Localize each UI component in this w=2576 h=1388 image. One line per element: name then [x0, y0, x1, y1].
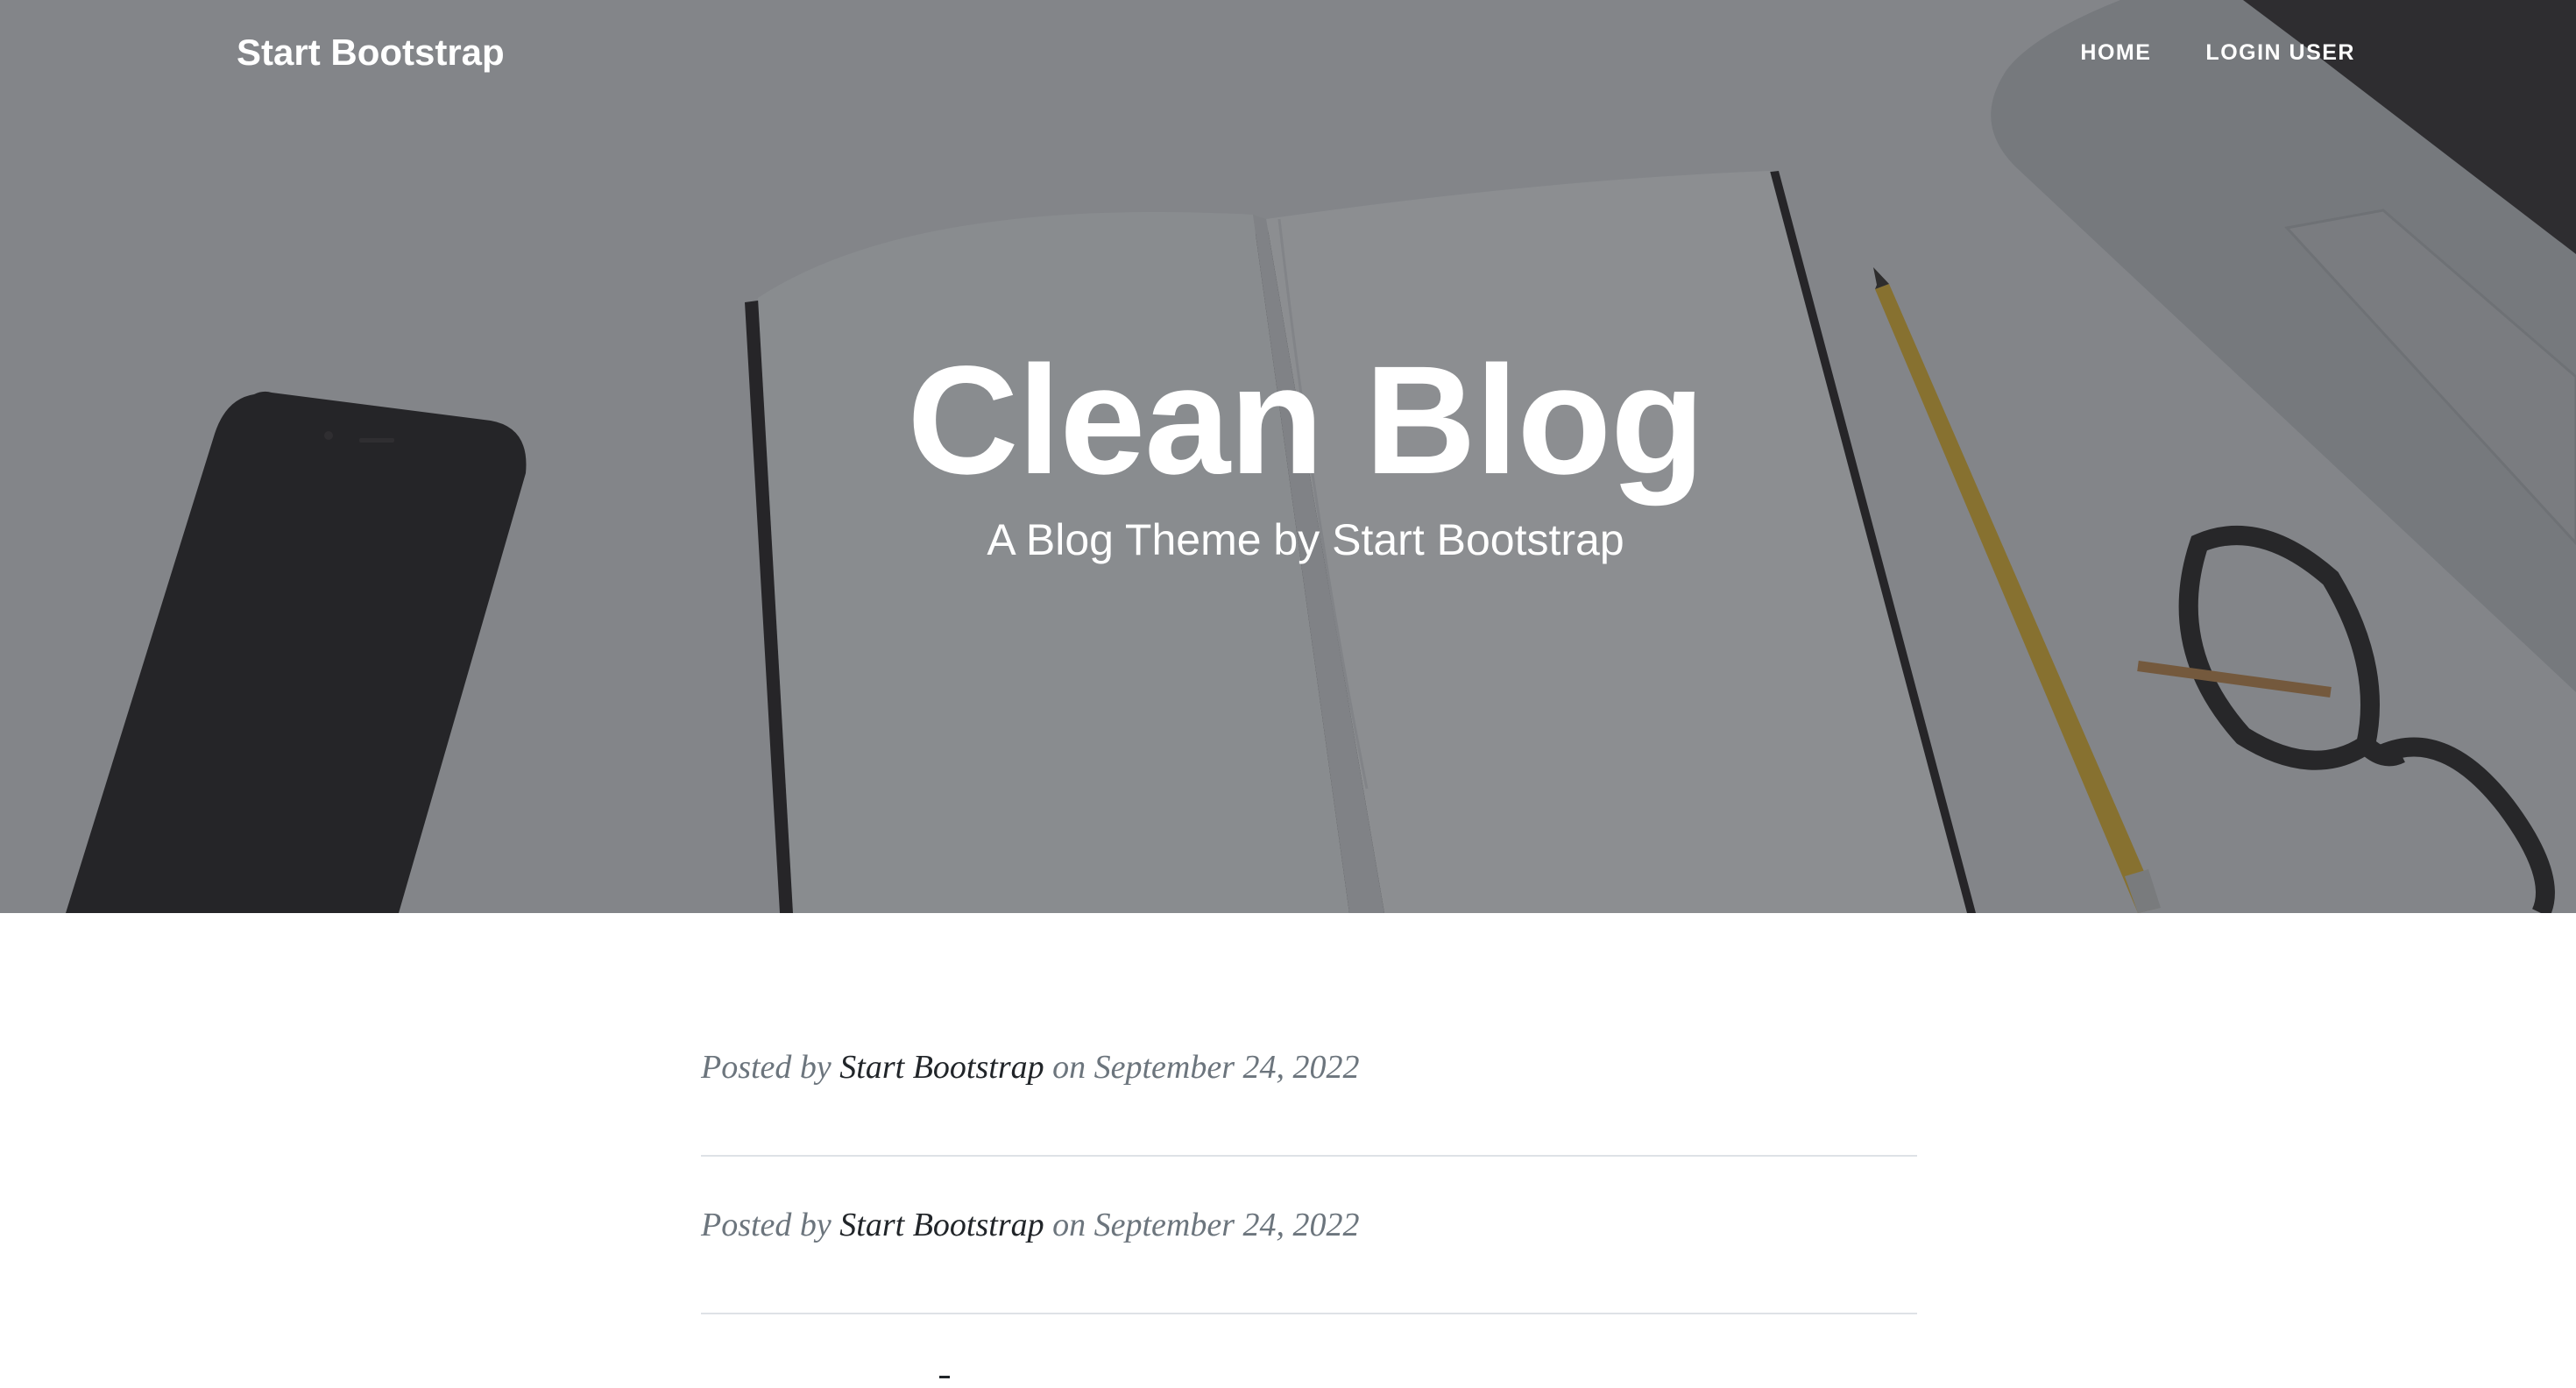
post-author-link[interactable]: Start Bootstrap — [839, 1049, 1044, 1086]
on-label: on — [1044, 1207, 1094, 1243]
nav-login-user-link[interactable]: LOGIN USER — [2205, 35, 2355, 70]
post-list: Posted by Start Bootstrap on September 2… — [701, 999, 1917, 1314]
posted-by-label: Posted by — [701, 1049, 840, 1086]
partial-text-fragment — [939, 1376, 950, 1378]
post-date: September 24, 2022 — [1093, 1049, 1360, 1086]
site-title: Clean Blog — [907, 335, 1704, 506]
nav-home-link[interactable]: HOME — [2080, 35, 2151, 70]
top-navbar: Start Bootstrap HOME LOGIN USER — [0, 0, 2576, 105]
brand-link[interactable]: Start Bootstrap — [237, 26, 505, 79]
post-meta: Posted by Start Bootstrap on September 2… — [701, 1204, 1360, 1246]
masthead: Start Bootstrap HOME LOGIN USER Clean Bl… — [0, 0, 2576, 913]
post-author-link[interactable]: Start Bootstrap — [839, 1207, 1044, 1243]
on-label: on — [1044, 1049, 1094, 1086]
post-preview: Posted by Start Bootstrap on September 2… — [701, 999, 1917, 1157]
post-meta: Posted by Start Bootstrap on September 2… — [701, 1046, 1360, 1088]
post-preview: Posted by Start Bootstrap on September 2… — [701, 1157, 1917, 1314]
posted-by-label: Posted by — [701, 1207, 840, 1243]
site-heading: Clean Blog A Blog Theme by Start Bootstr… — [0, 333, 2576, 566]
site-subtitle: A Blog Theme by Start Bootstrap — [987, 515, 1624, 564]
post-date: September 24, 2022 — [1093, 1207, 1360, 1243]
nav-links: HOME LOGIN USER — [2080, 35, 2355, 70]
